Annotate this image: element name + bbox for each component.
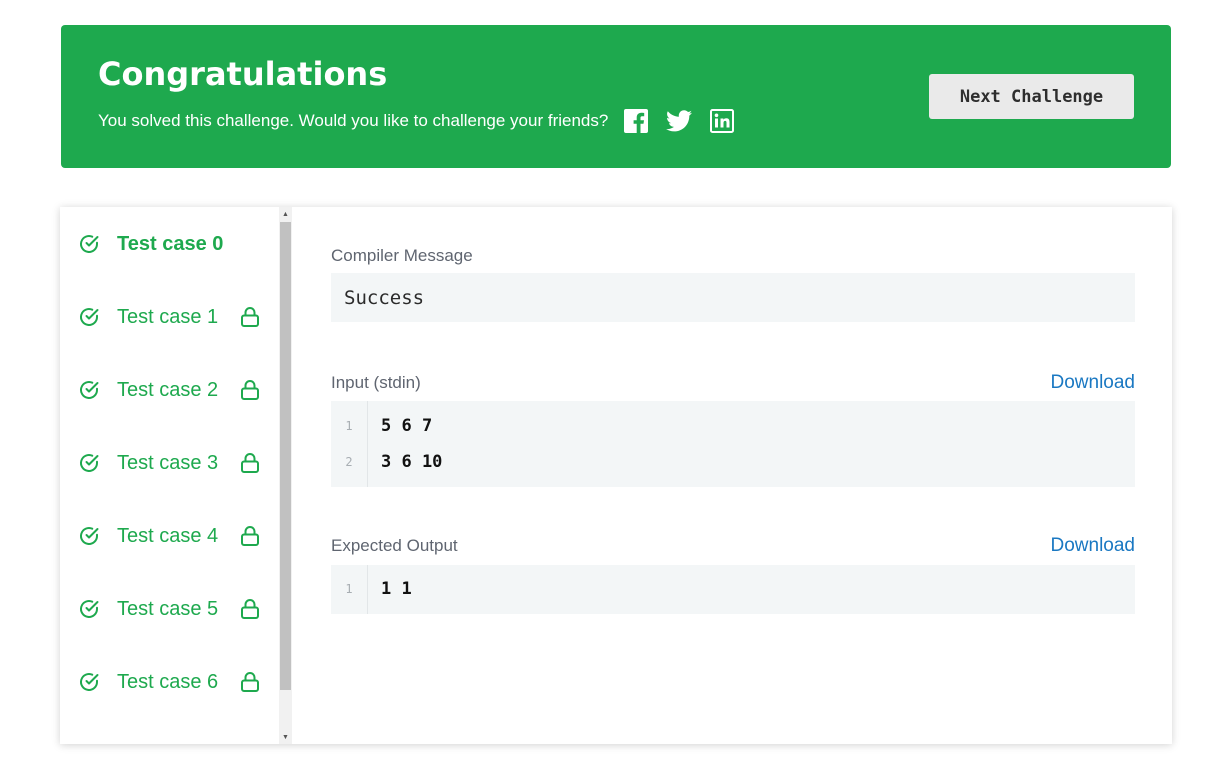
expected-output-download-link[interactable]: Download [1051, 535, 1136, 557]
check-circle-icon [78, 452, 100, 474]
results-panel: Test case 0 Test case 1 Test case 2 Test ca… [60, 207, 1172, 744]
input-label: Input (stdin) [331, 373, 421, 392]
twitter-icon[interactable] [666, 110, 693, 132]
banner-subtitle: You solved this challenge. Would you lik… [98, 111, 609, 130]
scrollbar-thumb[interactable] [280, 222, 291, 690]
test-case-item[interactable]: Test case 0 [78, 229, 278, 259]
input-lines: 5 6 7 3 6 10 [368, 401, 442, 487]
test-case-item[interactable]: Test case 2 [78, 375, 278, 405]
lock-icon [240, 306, 260, 328]
test-case-item[interactable]: Test case 3 [78, 448, 278, 478]
input-download-link[interactable]: Download [1051, 372, 1136, 394]
expected-line-numbers: 1 [331, 565, 368, 614]
scroll-up-arrow-icon[interactable]: ▲ [279, 207, 292, 221]
test-case-item[interactable]: Test case 6 [78, 667, 278, 697]
input-line-numbers: 12 [331, 401, 368, 487]
check-circle-icon [78, 671, 100, 693]
test-case-item[interactable]: Test case 4 [78, 521, 278, 551]
lock-icon [240, 671, 260, 693]
test-case-item[interactable]: Test case 5 [78, 594, 278, 624]
check-circle-icon [78, 525, 100, 547]
line-number: 1 [345, 419, 353, 433]
test-case-sidebar: Test case 0 Test case 1 Test case 2 Test ca… [60, 207, 293, 744]
check-circle-icon [78, 598, 100, 620]
line-number: 2 [345, 455, 353, 469]
test-case-item[interactable]: Test case 1 [78, 302, 278, 332]
test-case-label: Test case 4 [117, 525, 219, 547]
test-case-label: Test case 2 [117, 379, 219, 401]
test-case-label: Test case 3 [117, 452, 219, 474]
input-code-block: 12 5 6 73 6 10 [331, 401, 1135, 487]
expected-output-label: Expected Output [331, 536, 458, 555]
compiler-message-box: Success [331, 273, 1135, 322]
scroll-down-arrow-icon[interactable]: ▼ [279, 730, 292, 744]
check-circle-icon [78, 379, 100, 401]
test-case-details: Compiler Message Success Input (stdin) D… [331, 207, 1135, 744]
test-case-label: Test case 1 [117, 306, 219, 328]
banner-title: Congratulations [98, 55, 388, 93]
lock-icon [240, 525, 260, 547]
test-case-label: Test case 5 [117, 598, 219, 620]
compiler-message-label: Compiler Message [331, 246, 473, 265]
lock-icon [240, 379, 260, 401]
success-banner: Congratulations You solved this challeng… [61, 25, 1171, 168]
line-number: 1 [345, 582, 353, 596]
lock-icon [240, 452, 260, 474]
code-line: 3 6 10 [381, 452, 443, 472]
expected-lines: 1 1 [368, 565, 412, 614]
check-circle-icon [78, 233, 100, 255]
sidebar-scrollbar[interactable]: ▲ ▼ [279, 207, 292, 744]
code-line: 5 6 7 [381, 416, 433, 436]
expected-output-code-block: 1 1 1 [331, 565, 1135, 614]
check-circle-icon [78, 306, 100, 328]
linkedin-icon[interactable] [710, 109, 735, 133]
banner-subtitle-row: You solved this challenge. Would you lik… [98, 109, 752, 133]
test-case-label: Test case 6 [117, 671, 219, 693]
facebook-icon[interactable] [624, 109, 649, 133]
lock-icon [240, 598, 260, 620]
code-line: 1 1 [381, 579, 412, 599]
test-case-label: Test case 0 [117, 233, 224, 255]
next-challenge-button[interactable]: Next Challenge [929, 74, 1134, 119]
social-share [624, 109, 752, 133]
